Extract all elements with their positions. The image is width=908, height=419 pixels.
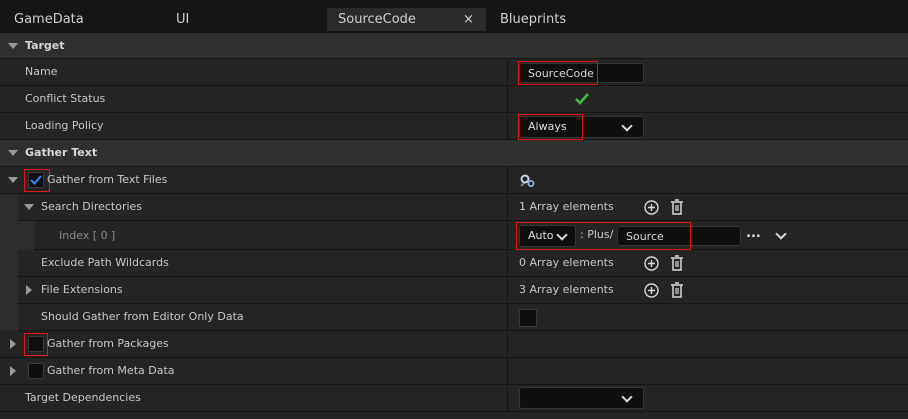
chevron-down-icon[interactable] [775, 228, 787, 240]
property-label-name: Name [25, 65, 58, 78]
checkmark-icon [575, 93, 589, 105]
property-row-conflict-status: Conflict Status [0, 86, 908, 113]
trash-icon[interactable] [670, 255, 684, 271]
tab-sourcecode-label: SourceCode [338, 12, 416, 27]
search-directories-count: 1 Array elements [519, 200, 614, 213]
property-row-file-extensions: File Extensions 3 Array elements [0, 277, 908, 304]
tab-gamedata[interactable]: GameData [14, 8, 84, 31]
property-label-gather-from-text-files: Gather from Text Files [47, 173, 168, 186]
trash-icon[interactable] [670, 199, 684, 215]
editor-only-data-checkbox[interactable] [519, 309, 537, 327]
property-label-editor-only-data: Should Gather from Editor Only Data [41, 310, 244, 323]
property-row-editor-only-data: Should Gather from Editor Only Data [0, 304, 908, 331]
tab-blueprints[interactable]: Blueprints [500, 8, 566, 31]
category-gather-text-label: Gather Text [25, 146, 98, 159]
property-row-gather-from-text-files: Gather from Text Files [0, 167, 908, 194]
collapse-arrow-icon[interactable] [24, 204, 34, 210]
property-row-name: Name SourceCode [0, 59, 908, 86]
add-element-icon[interactable] [644, 256, 659, 271]
property-row-index-0: Index [ 0 ] Auto : Plus/ Source ... [0, 221, 908, 250]
category-target-label: Target [25, 39, 65, 52]
add-element-icon[interactable] [644, 200, 659, 215]
property-label-search-directories: Search Directories [41, 200, 143, 213]
property-label-gather-from-packages: Gather from Packages [47, 337, 169, 350]
tab-bar: GameData UI SourceCode × Blueprints [0, 0, 908, 37]
property-label-file-extensions: File Extensions [41, 283, 123, 296]
expand-arrow-icon[interactable] [10, 339, 16, 349]
chevron-down-icon [621, 391, 633, 403]
highlight-box [516, 222, 691, 250]
property-label-exclude-path-wildcards: Exclude Path Wildcards [41, 256, 169, 269]
category-gather-text[interactable]: Gather Text [0, 140, 908, 167]
category-target[interactable]: Target [0, 33, 908, 59]
property-row-gather-from-packages: Gather from Packages [0, 331, 908, 358]
expand-arrow-icon[interactable] [10, 366, 16, 376]
expand-arrow-icon[interactable] [26, 285, 32, 295]
highlight-box [518, 114, 583, 140]
property-label-gather-from-meta-data: Gather from Meta Data [47, 364, 175, 377]
gather-settings-icon[interactable] [519, 173, 536, 188]
property-row-loading-policy: Loading Policy Always [0, 113, 908, 140]
tab-sourcecode[interactable]: SourceCode × [327, 8, 486, 31]
highlight-box [518, 61, 598, 85]
property-label-target-dependencies: Target Dependencies [25, 391, 141, 404]
gather-meta-data-checkbox[interactable] [28, 363, 44, 379]
exclude-path-wildcards-count: 0 Array elements [519, 256, 614, 269]
trash-icon[interactable] [670, 282, 684, 298]
browse-button[interactable]: ... [746, 227, 761, 241]
property-label-index-0: Index [ 0 ] [59, 229, 116, 242]
property-row-target-dependencies: Target Dependencies [0, 385, 908, 412]
target-dependencies-dropdown[interactable] [519, 387, 644, 409]
collapse-arrow-icon[interactable] [8, 43, 18, 49]
collapse-arrow-icon[interactable] [8, 150, 18, 156]
property-row-search-directories: Search Directories 1 Array elements [0, 194, 908, 221]
property-row-exclude-path-wildcards: Exclude Path Wildcards 0 Array elements [0, 250, 908, 277]
chevron-down-icon [621, 120, 633, 132]
bottom-edge [0, 412, 908, 419]
property-row-gather-from-meta-data: Gather from Meta Data [0, 358, 908, 385]
collapse-arrow-icon[interactable] [8, 177, 18, 183]
property-label-loading-policy: Loading Policy [25, 119, 104, 132]
add-element-icon[interactable] [644, 283, 659, 298]
tab-ui[interactable]: UI [176, 8, 189, 31]
highlight-box [24, 333, 48, 356]
file-extensions-count: 3 Array elements [519, 283, 614, 296]
close-icon[interactable]: × [463, 8, 474, 31]
property-label-conflict-status: Conflict Status [25, 92, 106, 105]
